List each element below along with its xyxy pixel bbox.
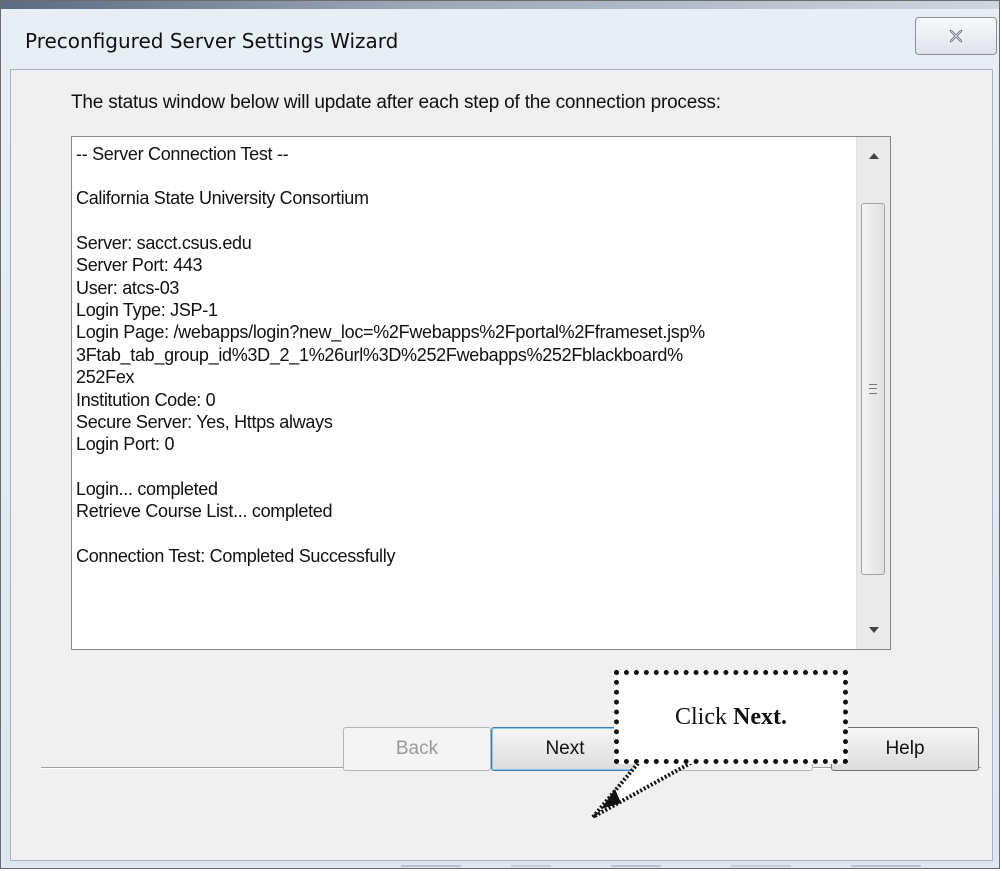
status-line: Login Type: JSP-1 <box>76 300 218 321</box>
status-line <box>76 456 846 478</box>
help-button[interactable]: Help <box>831 727 979 771</box>
status-window[interactable]: -- Server Connection Test -- California S… <box>71 136 891 650</box>
status-line: Connection Test: Completed Successfully <box>76 545 396 566</box>
status-line <box>76 523 846 545</box>
scroll-down-arrow-icon[interactable] <box>857 615 890 645</box>
status-line: California State University Consortium <box>76 188 369 209</box>
callout-emphasis: Next. <box>733 703 787 730</box>
status-line <box>76 210 846 232</box>
instruction-callout: Click Next. <box>614 670 848 764</box>
status-line: 3Ftab_tab_group_id%3D_2_1%26url%3D%252Fw… <box>76 344 683 365</box>
status-line: -- Server Connection Test -- <box>76 144 289 164</box>
callout-pointer <box>591 755 710 819</box>
status-line: Login... completed <box>76 478 218 499</box>
window-title: Preconfigured Server Settings Wizard <box>25 29 399 53</box>
callout-prefix: Click <box>675 703 727 730</box>
status-line: Login Page: /webapps/login?new_loc=%2Fwe… <box>76 322 705 343</box>
status-line: Server Port: 443 <box>76 255 203 276</box>
back-button[interactable]: Back <box>343 727 491 771</box>
status-line: Retrieve Course List... completed <box>76 501 333 522</box>
instruction-text: The status window below will update afte… <box>71 92 721 113</box>
status-line <box>76 165 846 187</box>
status-line: User: atcs-03 <box>76 277 180 298</box>
status-log: -- Server Connection Test -- California S… <box>76 143 846 643</box>
close-x-icon <box>949 29 963 43</box>
close-button[interactable] <box>915 17 997 55</box>
status-line: Server: sacct.csus.edu <box>76 232 252 253</box>
status-line: Login Port: 0 <box>76 434 175 455</box>
parent-window-strip <box>1 1 999 9</box>
wizard-window: Preconfigured Server Settings Wizard The… <box>0 0 1000 869</box>
vertical-scrollbar[interactable] <box>856 137 890 649</box>
grip-icon <box>869 384 877 394</box>
background-decoration <box>401 865 921 867</box>
scroll-up-arrow-icon[interactable] <box>857 141 890 171</box>
status-line: Secure Server: Yes, Https always <box>76 412 333 433</box>
status-line: Institution Code: 0 <box>76 389 216 410</box>
status-line: 252Fex <box>76 367 135 388</box>
scroll-thumb[interactable] <box>861 203 885 575</box>
